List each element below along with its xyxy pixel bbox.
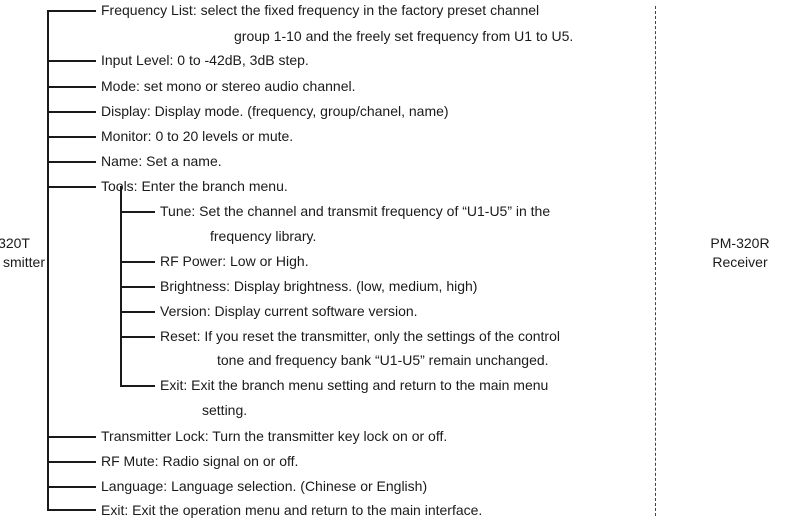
main-item-transmitter-lock: Transmitter Lock: Turn the transmitter k… (101, 428, 448, 444)
main-item-rf-mute: RF Mute: Radio signal on or off. (101, 453, 299, 469)
tools-item-tune-cont: frequency library. (210, 228, 317, 244)
main-branch-language (47, 486, 96, 488)
tools-item-exit: Exit: Exit the branch menu setting and r… (160, 377, 549, 393)
main-branch-exit (47, 509, 96, 511)
tools-item-exit-cont: setting. (202, 402, 248, 418)
main-item-name: Name: Set a name. (101, 153, 222, 169)
transmitter-model: 320T (0, 235, 30, 251)
main-item-exit: Exit: Exit the operation menu and return… (101, 502, 483, 518)
transmitter-label: 320T smitter (0, 234, 47, 272)
tools-branch-exit (120, 385, 155, 387)
tools-item-reset-cont: tone and frequency bank “U1-U5” remain u… (217, 352, 549, 368)
tools-item-tune: Tune: Set the channel and transmit frequ… (160, 203, 551, 219)
tools-item-reset: Reset: If you reset the transmitter, onl… (160, 328, 560, 344)
tools-branch-version (120, 311, 155, 313)
main-branch-name (47, 161, 96, 163)
receiver-model: PM-320R (710, 235, 770, 251)
main-item-tools: Tools: Enter the branch menu. (101, 178, 288, 194)
main-item-monitor: Monitor: 0 to 20 levels or mute. (101, 128, 294, 144)
main-branch-tools (47, 186, 96, 188)
main-item-frequency-list: Frequency List: select the fixed frequen… (101, 2, 540, 18)
main-menu-trunk (47, 10, 49, 510)
tools-branch-rf-power (120, 261, 155, 263)
main-item-input-level: Input Level: 0 to -42dB, 3dB step. (101, 52, 309, 68)
receiver-type: Receiver (712, 254, 768, 270)
tools-item-rf-power: RF Power: Low or High. (160, 253, 309, 269)
main-branch-mode (47, 86, 96, 88)
tools-item-version: Version: Display current software versio… (160, 303, 418, 319)
main-item-language: Language: Language selection. (Chinese o… (101, 478, 428, 494)
tools-branch-tune (120, 211, 155, 213)
main-branch-input-level (47, 60, 96, 62)
receiver-label: PM-320R Receiver (700, 234, 780, 272)
tools-branch-brightness (120, 286, 155, 288)
main-item-display: Display: Display mode. (frequency, group… (101, 103, 449, 119)
main-branch-monitor (47, 136, 96, 138)
main-branch-frequency-list (47, 10, 96, 12)
transmitter-type: smitter (3, 254, 45, 270)
main-branch-rf-mute (47, 461, 96, 463)
tools-branch-reset (120, 336, 155, 338)
main-branch-transmitter-lock (47, 436, 96, 438)
main-item-mode: Mode: set mono or stereo audio channel. (101, 78, 356, 94)
section-divider (655, 6, 656, 516)
main-item-frequency-list-cont: group 1-10 and the freely set frequency … (234, 28, 574, 44)
tools-item-brightness: Brightness: Display brightness. (low, me… (160, 278, 478, 294)
main-branch-display (47, 111, 96, 113)
